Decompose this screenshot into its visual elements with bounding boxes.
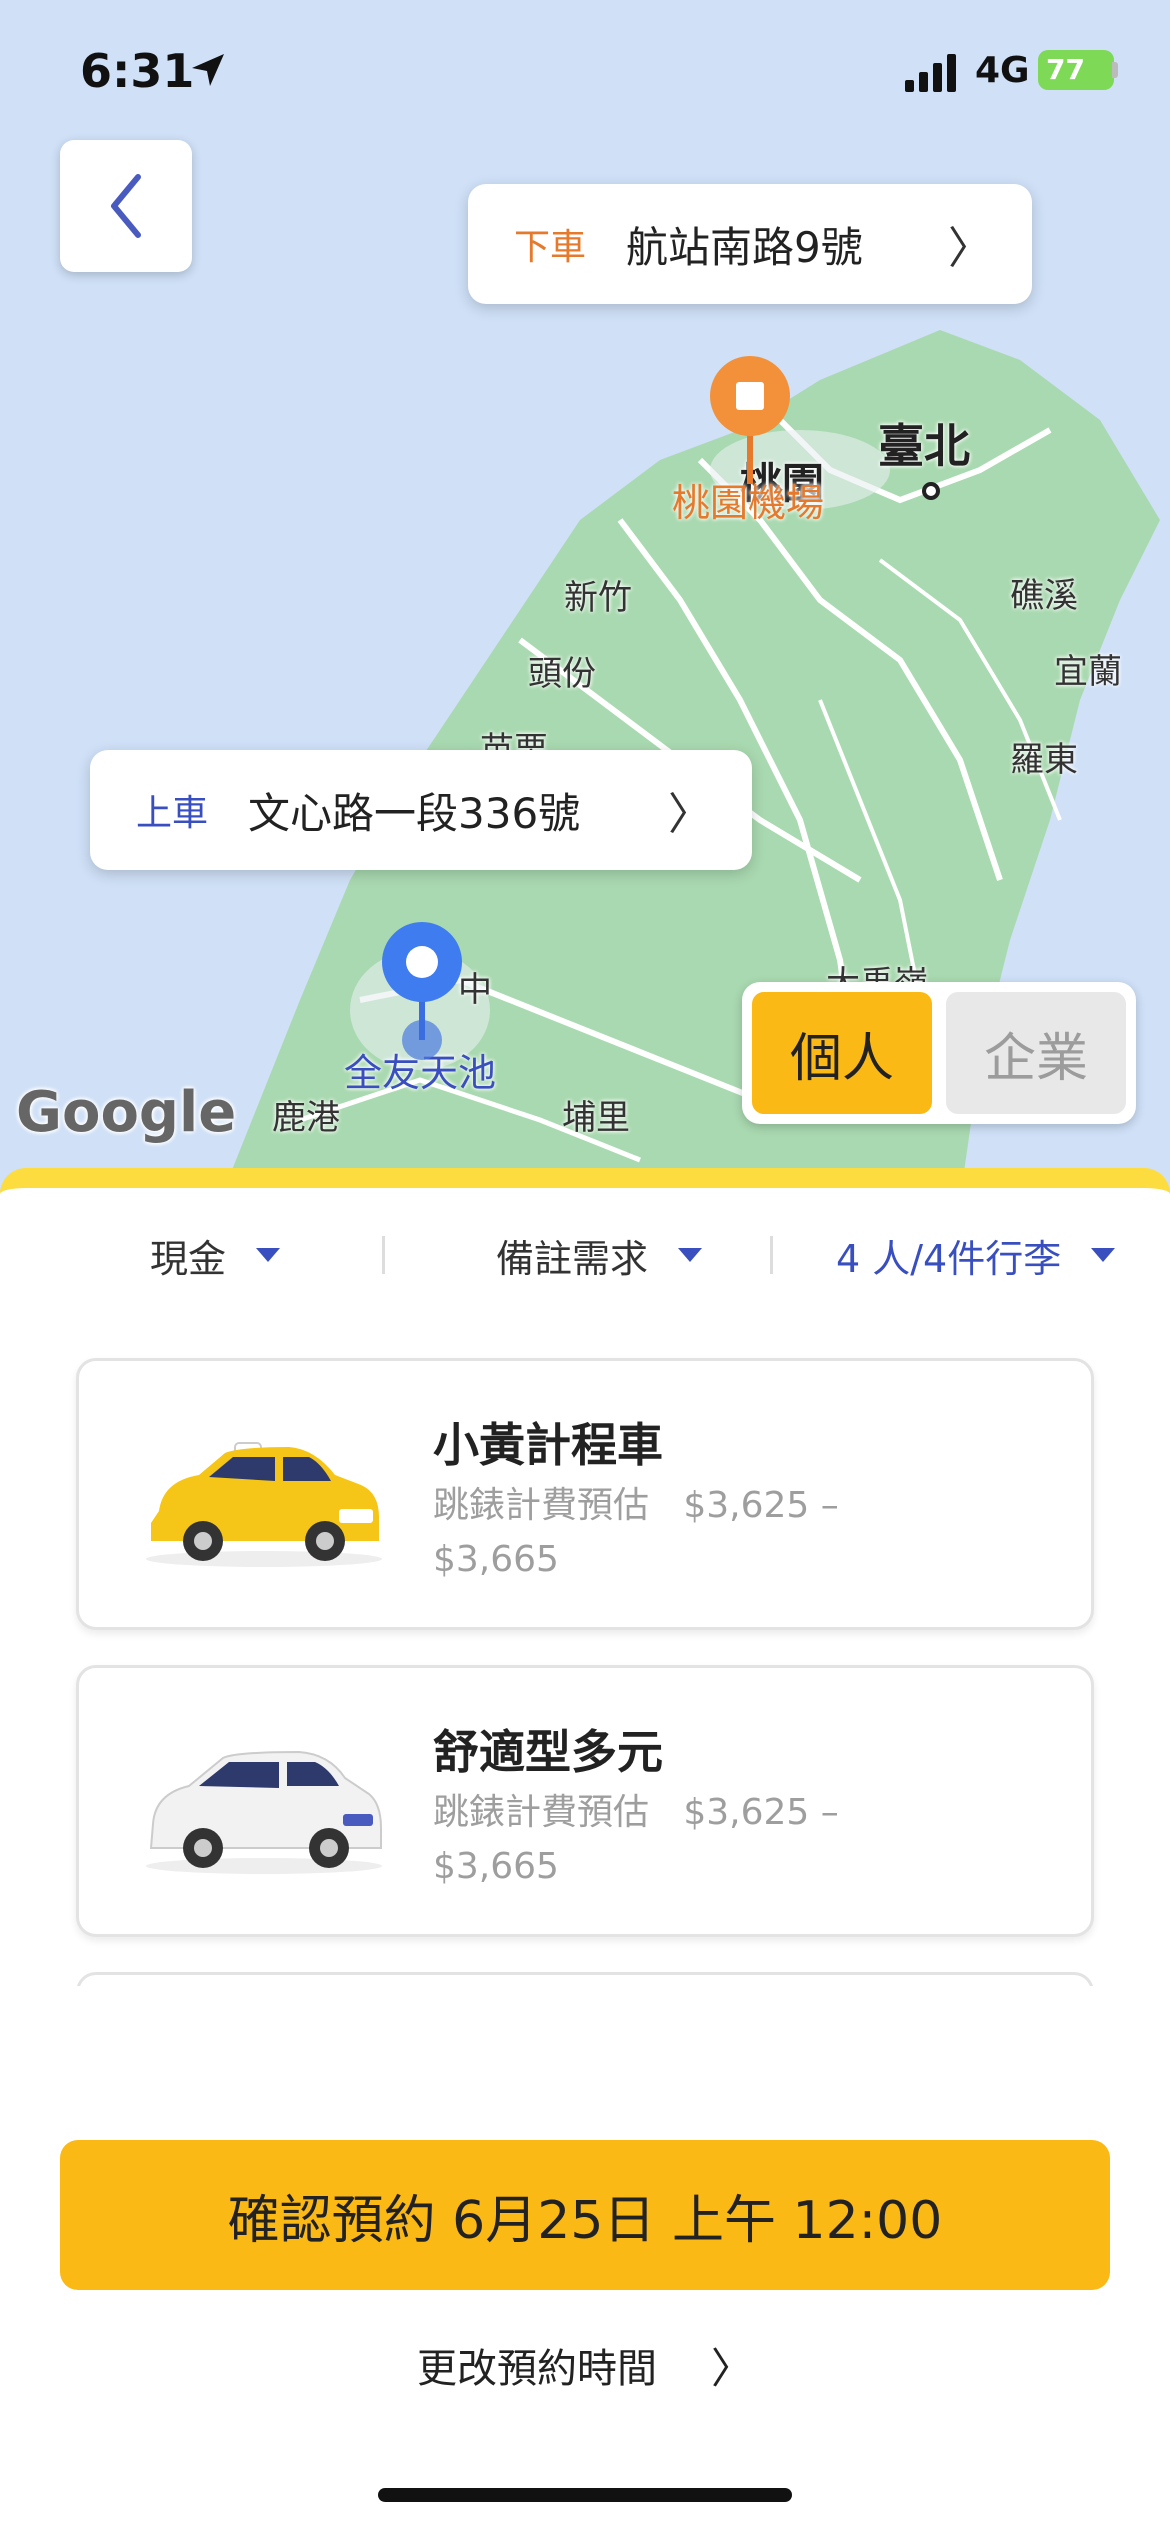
vehicle-price-estimate: 跳錶計費預估 $3,625 – $3,665 <box>433 1479 893 1587</box>
divider <box>770 1236 773 1274</box>
battery-icon: 77 <box>1038 50 1114 90</box>
taipei-marker-icon <box>922 482 940 500</box>
divider <box>382 1236 385 1274</box>
pickup-pin-icon <box>382 922 462 1060</box>
change-time-label: 更改預約時間 <box>416 2346 657 2392</box>
map-label-puli: 埔里 <box>562 1098 630 1138</box>
map-label-jiaoxi: 礁溪 <box>1010 576 1078 616</box>
vehicle-name: 舒適型多元 <box>433 1725 663 1779</box>
pickup-tag: 上車 <box>136 793 209 834</box>
dropoff-address-button[interactable]: 下車 航站南路9號 〉 <box>468 184 1032 304</box>
dropoff-tag: 下車 <box>514 227 587 268</box>
confirm-booking-button[interactable]: 確認預約 6月25日 上午 12:00 <box>60 2140 1110 2290</box>
network-type: 4G <box>975 50 1030 91</box>
back-button[interactable] <box>60 140 192 272</box>
vehicle-option-comfort[interactable]: 舒適型多元 跳錶計費預估 $3,625 – $3,665 <box>76 1665 1094 1937</box>
chevron-right-icon: 〉 <box>948 223 992 274</box>
dropoff-pin-icon <box>710 356 790 484</box>
white-minivan-icon <box>146 1750 382 1874</box>
caret-down-icon <box>1091 1248 1116 1262</box>
google-attribution: Google <box>16 1080 237 1145</box>
pickup-address: 文心路一段336號 <box>248 788 581 838</box>
pickup-address-button[interactable]: 上車 文心路一段336號 〉 <box>90 750 752 870</box>
battery-cap <box>1112 62 1118 78</box>
notes-label: 備註需求 <box>496 1236 649 1281</box>
location-arrow-icon <box>192 54 224 86</box>
payment-label: 現金 <box>150 1236 227 1281</box>
chevron-right-icon: 〉 <box>710 2343 753 2393</box>
estimate-label: 跳錶計費預估 <box>433 1485 650 1526</box>
map-label-yilan: 宜蘭 <box>1054 652 1122 692</box>
chevron-right-icon: 〉 <box>668 789 712 840</box>
filter-bar: 現金 備註需求 4 人/4件行李 <box>0 1220 1170 1290</box>
status-time: 6:31 <box>80 44 195 98</box>
business-option[interactable]: 企業 <box>946 992 1126 1114</box>
map-label-hsinchu: 新竹 <box>564 578 632 618</box>
vehicle-option-taxi[interactable]: 小黃計程車 跳錶計費預估 $3,625 – $3,665 <box>76 1358 1094 1630</box>
home-indicator[interactable] <box>378 2488 792 2502</box>
map-label-toufen: 頭份 <box>528 654 596 694</box>
battery-level: 77 <box>1046 53 1085 86</box>
notes-dropdown[interactable]: 備註需求 <box>496 1220 703 1290</box>
passengers-dropdown[interactable]: 4 人/4件行李 <box>836 1220 1116 1290</box>
cellular-signal-icon <box>905 54 956 92</box>
vehicle-name: 小黃計程車 <box>433 1418 663 1472</box>
payment-dropdown[interactable]: 現金 <box>150 1220 281 1290</box>
chevron-left-icon <box>111 174 141 238</box>
caret-down-icon <box>678 1248 703 1262</box>
estimate-label: 跳錶計費預估 <box>433 1792 650 1833</box>
list-fade <box>0 1986 1170 2116</box>
dropoff-address: 航站南路9號 <box>626 222 863 272</box>
map-label-taipei: 臺北 <box>878 419 970 473</box>
account-type-toggle: 個人 企業 <box>742 982 1136 1124</box>
personal-option[interactable]: 個人 <box>752 992 932 1114</box>
map-label-luodong: 羅東 <box>1010 740 1078 780</box>
caret-down-icon <box>256 1248 281 1262</box>
change-time-link[interactable]: 更改預約時間 〉 <box>0 2330 1170 2400</box>
passengers-label: 4 人/4件行李 <box>836 1236 1062 1281</box>
status-bar: 6:31 4G 77 <box>0 0 1170 140</box>
yellow-taxi-icon <box>146 1442 382 1567</box>
vehicle-price-estimate: 跳錶計費預估 $3,625 – $3,665 <box>433 1786 893 1894</box>
map-label-lukang: 鹿港 <box>272 1098 340 1138</box>
